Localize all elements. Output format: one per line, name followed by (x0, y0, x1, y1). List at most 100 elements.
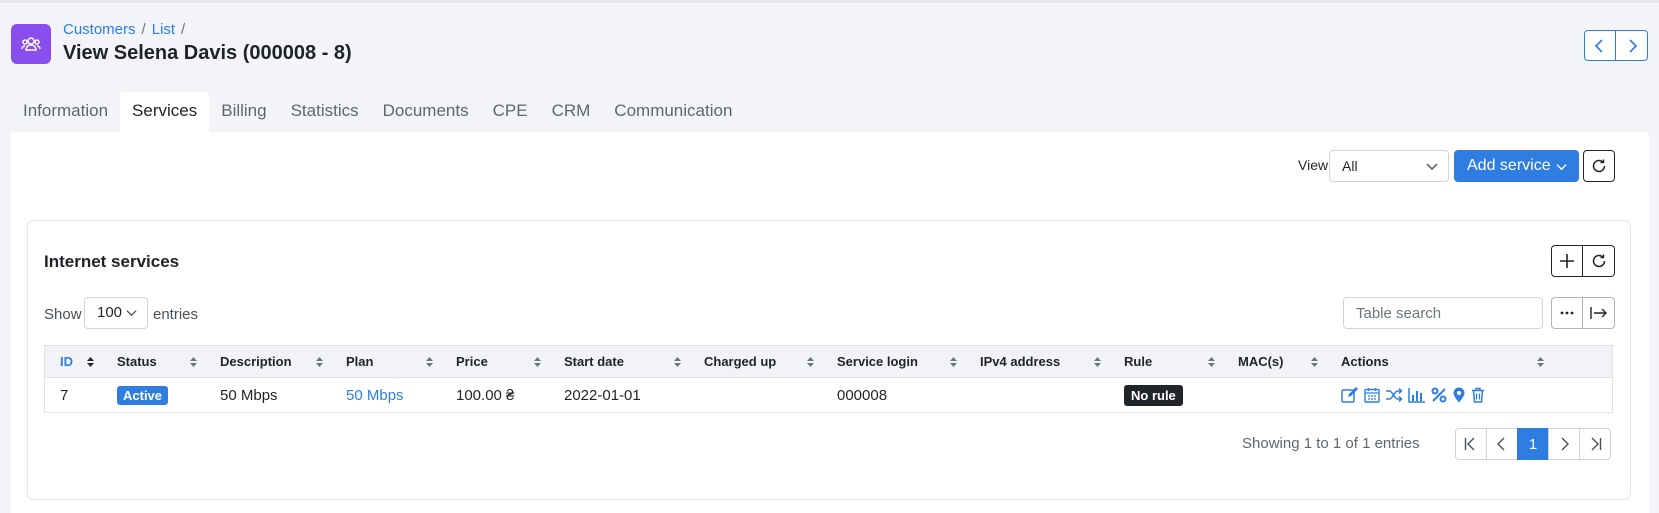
chevron-left-icon (1497, 437, 1505, 451)
tab-information[interactable]: Information (11, 92, 120, 132)
tab-services[interactable]: Services (120, 92, 210, 132)
previous-record-button[interactable] (1584, 30, 1616, 61)
column-service-login[interactable]: Service login (822, 346, 965, 377)
previous-page-button[interactable] (1486, 428, 1518, 460)
cell-macs (1223, 378, 1326, 412)
cell-charged-up (689, 378, 822, 412)
cell-ipv4-address (965, 378, 1109, 412)
pagination-summary: Showing 1 to 1 of 1 entries (1242, 435, 1420, 452)
view-select-value: All (1342, 158, 1358, 174)
export-icon (1589, 307, 1607, 319)
column-price[interactable]: Price (441, 346, 549, 377)
next-page-button[interactable] (1548, 428, 1580, 460)
more-horizontal-icon (1560, 311, 1574, 315)
column-charged-up[interactable]: Charged up (689, 346, 822, 377)
trash-icon[interactable] (1471, 387, 1485, 403)
add-internet-service-button[interactable] (1551, 245, 1583, 277)
rule-badge: No rule (1124, 384, 1183, 406)
refresh-services-button[interactable] (1583, 150, 1615, 182)
tab-statistics[interactable]: Statistics (279, 92, 371, 132)
tab-crm[interactable]: CRM (540, 92, 603, 132)
sort-icon (1537, 357, 1544, 367)
percent-icon[interactable] (1431, 387, 1447, 403)
column-description[interactable]: Description (205, 346, 331, 377)
pagination: 1 (1455, 428, 1611, 460)
breadcrumb-list[interactable]: List (152, 21, 175, 38)
cell-rule: No rule (1109, 378, 1223, 412)
column-start-date[interactable]: Start date (549, 346, 689, 377)
cell-service-login: 000008 (837, 386, 888, 404)
customers-icon (11, 24, 51, 64)
entries-per-page-value: 100 (97, 304, 123, 321)
cell-start-date: 2022-01-01 (564, 386, 641, 404)
refresh-icon (1592, 159, 1606, 173)
section-actions (1551, 245, 1615, 277)
chevron-left-icon (1594, 38, 1603, 53)
chevron-down-icon (1556, 164, 1567, 171)
plus-icon (1560, 254, 1574, 268)
column-plan[interactable]: Plan (331, 346, 441, 377)
table-row: 7 Active 50 Mbps 50 Mbps 100.00 ₴ 2022-0… (45, 378, 1612, 412)
breadcrumb: Customers / List / (63, 21, 185, 38)
first-page-button[interactable] (1455, 428, 1487, 460)
top-border (0, 0, 1659, 3)
column-macs[interactable]: MAC(s) (1223, 346, 1326, 377)
chevron-right-icon (1628, 38, 1637, 53)
sort-icon (1208, 357, 1215, 367)
tab-bar: Information Services Billing Statistics … (11, 92, 744, 132)
sort-icon (1094, 357, 1101, 367)
status-badge: Active (117, 385, 169, 405)
add-service-label: Add service (1467, 157, 1551, 174)
cell-plan: 50 Mbps (331, 378, 441, 412)
view-label: View (1298, 157, 1329, 173)
sort-icon (674, 357, 681, 367)
tab-billing[interactable]: Billing (209, 92, 278, 132)
tab-communication[interactable]: Communication (602, 92, 744, 132)
view-select[interactable]: All (1329, 150, 1449, 182)
entries-label: entries (153, 306, 199, 323)
column-rule[interactable]: Rule (1109, 346, 1223, 377)
last-page-icon (1591, 437, 1602, 451)
entries-per-page-select[interactable]: 100 (84, 297, 148, 329)
cell-actions (1326, 378, 1552, 412)
edit-icon[interactable] (1341, 387, 1359, 403)
page-1-button[interactable]: 1 (1517, 428, 1549, 460)
column-id[interactable]: ID (45, 346, 102, 377)
sort-icon (190, 357, 197, 367)
refresh-table-button[interactable] (1583, 245, 1615, 277)
table-header: ID Status Description Plan Price Start d… (45, 346, 1612, 378)
cell-id: 7 (60, 386, 69, 404)
tab-documents[interactable]: Documents (371, 92, 481, 132)
chevron-right-icon (1561, 437, 1569, 451)
first-page-icon (1464, 437, 1475, 451)
sort-icon (534, 357, 541, 367)
section-title: Internet services (44, 252, 180, 271)
last-page-button[interactable] (1579, 428, 1611, 460)
breadcrumb-customers[interactable]: Customers (63, 21, 136, 38)
table-tools (1551, 297, 1615, 329)
sort-icon (807, 357, 814, 367)
column-actions[interactable]: Actions (1326, 346, 1552, 377)
column-status[interactable]: Status (102, 346, 205, 377)
next-record-button[interactable] (1616, 30, 1648, 61)
add-service-button[interactable]: Add service (1454, 150, 1579, 182)
shuffle-icon[interactable] (1385, 387, 1403, 403)
table-search-input[interactable] (1343, 297, 1543, 329)
record-navigation (1584, 30, 1648, 61)
calendar-icon[interactable] (1364, 387, 1380, 403)
map-pin-icon[interactable] (1452, 387, 1466, 403)
sort-icon (426, 357, 433, 367)
show-label: Show (44, 306, 82, 323)
chevron-down-icon (126, 310, 137, 317)
sort-icon (316, 357, 323, 367)
column-ipv4-address[interactable]: IPv4 address (965, 346, 1109, 377)
tab-cpe[interactable]: CPE (481, 92, 540, 132)
more-options-button[interactable] (1551, 297, 1583, 329)
export-button[interactable] (1583, 297, 1615, 329)
sort-icon (87, 357, 94, 367)
bar-chart-icon[interactable] (1408, 387, 1426, 403)
breadcrumb-separator: / (141, 21, 146, 38)
chevron-down-icon (1426, 163, 1438, 170)
page-title: View Selena Davis (000008 - 8) (63, 42, 352, 64)
plan-link[interactable]: 50 Mbps (346, 387, 404, 404)
